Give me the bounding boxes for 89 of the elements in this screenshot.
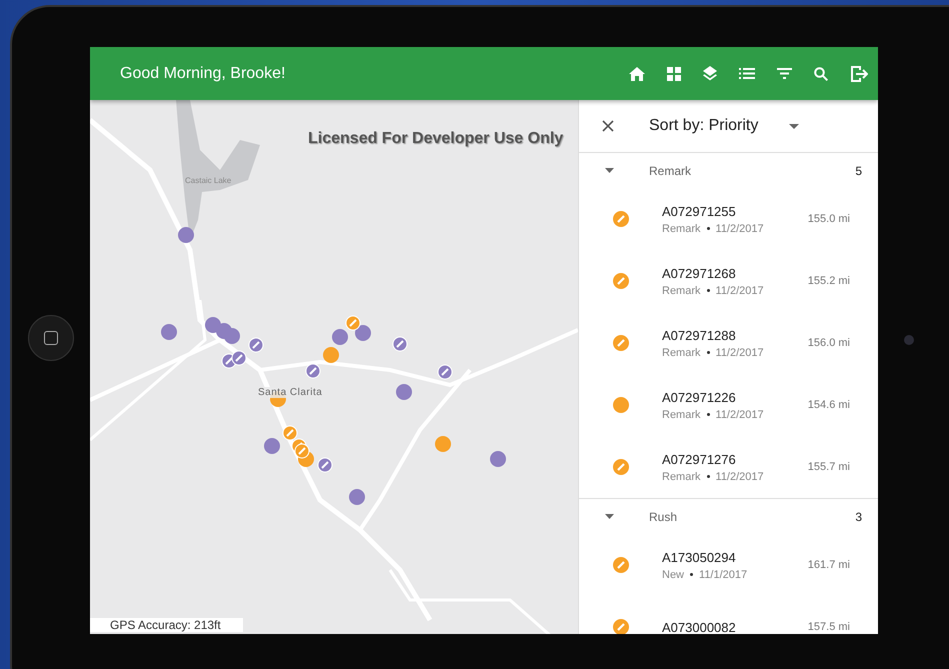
group-name: Rush: [649, 510, 678, 524]
edit-status-icon: [613, 211, 629, 227]
order-id: A072971288: [662, 328, 737, 342]
edit-status-icon: [613, 459, 629, 475]
camera-dot: [904, 335, 914, 345]
map-marker[interactable]: [435, 436, 451, 452]
work-order-item[interactable]: A073000082 157.5 mi: [579, 596, 878, 634]
home-hardware-button[interactable]: [28, 315, 74, 361]
order-id: A072971276: [662, 452, 737, 466]
order-distance: 155.7 mi: [808, 461, 850, 473]
order-status: New: [662, 568, 684, 580]
caret-icon[interactable]: [789, 124, 799, 128]
edit-map-marker[interactable]: [248, 338, 264, 352]
status-dot-icon: [613, 397, 629, 413]
place-label: Castaic Lake: [185, 176, 232, 185]
work-order-item[interactable]: A072971255 Remark 11/2/2017 155.0 mi: [579, 188, 878, 250]
map-marker[interactable]: [355, 325, 371, 341]
order-id: A073000082: [662, 620, 737, 634]
order-date: 11/2/2017: [716, 408, 764, 420]
place-label: Santa Clarita: [258, 387, 322, 398]
separator-dot: [706, 413, 710, 416]
edit-map-marker[interactable]: [346, 316, 360, 330]
edit-map-marker[interactable]: [318, 458, 332, 472]
close-icon[interactable]: [602, 120, 614, 132]
work-order-item[interactable]: A072971226 Remark 11/2/2017 154.6 mi: [579, 374, 878, 436]
work-order-item[interactable]: A072971288 Remark 11/2/2017 156.0 mi: [579, 312, 878, 374]
order-distance: 156.0 mi: [808, 337, 850, 349]
order-distance: 155.0 mi: [808, 213, 850, 225]
map-marker[interactable]: [323, 347, 339, 363]
order-date: 11/2/2017: [716, 222, 764, 234]
edit-map-marker[interactable]: [438, 364, 452, 380]
order-status: Remark: [662, 346, 701, 358]
order-status: Remark: [662, 222, 701, 234]
separator-dot: [706, 351, 710, 354]
order-status: Remark: [662, 284, 701, 296]
logout-icon[interactable]: [850, 64, 868, 82]
order-date: 11/2/2017: [716, 346, 764, 358]
sort-dropdown[interactable]: Sort by: Priority: [649, 117, 789, 135]
edit-map-marker[interactable]: [282, 426, 298, 440]
map-marker[interactable]: [264, 438, 280, 454]
order-id: A173050294: [662, 550, 737, 564]
work-order-item[interactable]: A072971268 Remark 11/2/2017 155.2 mi: [579, 250, 878, 312]
edit-status-icon: [613, 335, 629, 351]
separator-dot: [706, 475, 710, 478]
greeting-title: Good Morning, Brooke!: [120, 64, 286, 82]
gps-accuracy: GPS Accuracy: 213ft: [90, 618, 243, 632]
edit-status-icon: [613, 557, 629, 573]
order-id: A072971226: [662, 390, 737, 404]
separator-dot: [706, 289, 710, 292]
separator-dot: [706, 227, 710, 230]
order-distance: 157.5 mi: [808, 621, 850, 633]
order-id: A072971255: [662, 204, 737, 218]
order-status: Remark: [662, 408, 701, 420]
grid-icon[interactable]: [667, 66, 681, 80]
filter-icon[interactable]: [777, 68, 792, 79]
group-header[interactable]: Remark 5: [579, 153, 878, 188]
group-count: 5: [855, 164, 862, 178]
separator-dot: [690, 573, 694, 576]
layers-icon[interactable]: [703, 66, 717, 81]
group-header[interactable]: Rush 3: [579, 499, 878, 534]
work-order-item[interactable]: A072971276 Remark 11/2/2017 155.7 mi: [579, 436, 878, 498]
group-name: Remark: [649, 164, 692, 178]
edit-map-marker[interactable]: [306, 364, 320, 378]
order-date: 11/2/2017: [716, 470, 764, 482]
order-status: Remark: [662, 470, 701, 482]
order-distance: 155.2 mi: [808, 275, 850, 287]
order-date: 11/1/2017: [699, 568, 748, 580]
map-marker[interactable]: [161, 324, 177, 340]
search-icon[interactable]: [814, 66, 828, 80]
work-order-item[interactable]: A173050294 New 11/1/2017 161.7 mi: [579, 534, 878, 596]
license-notice: Licensed For Developer Use Only: [308, 130, 564, 148]
map-marker[interactable]: [349, 489, 365, 505]
edit-map-marker[interactable]: [232, 350, 246, 366]
map-view[interactable]: Licensed For Developer Use Only Castaic Lake Santa Clarita GPS Accuracy: 213ft: [90, 100, 578, 634]
map-marker[interactable]: [224, 328, 240, 344]
map-marker[interactable]: [490, 451, 506, 467]
home-icon[interactable]: [629, 66, 645, 80]
order-distance: 154.6 mi: [808, 399, 850, 411]
map-marker[interactable]: [178, 227, 194, 243]
edit-map-marker[interactable]: [294, 444, 310, 458]
edit-status-icon: [613, 273, 629, 289]
map-marker[interactable]: [332, 329, 348, 345]
order-date: 11/2/2017: [716, 284, 764, 296]
edit-map-marker[interactable]: [392, 336, 408, 352]
group-count: 3: [855, 510, 862, 524]
order-id: A072971268: [662, 266, 737, 280]
list-icon[interactable]: [739, 68, 755, 79]
map-marker[interactable]: [396, 384, 412, 400]
order-distance: 161.7 mi: [808, 559, 850, 571]
